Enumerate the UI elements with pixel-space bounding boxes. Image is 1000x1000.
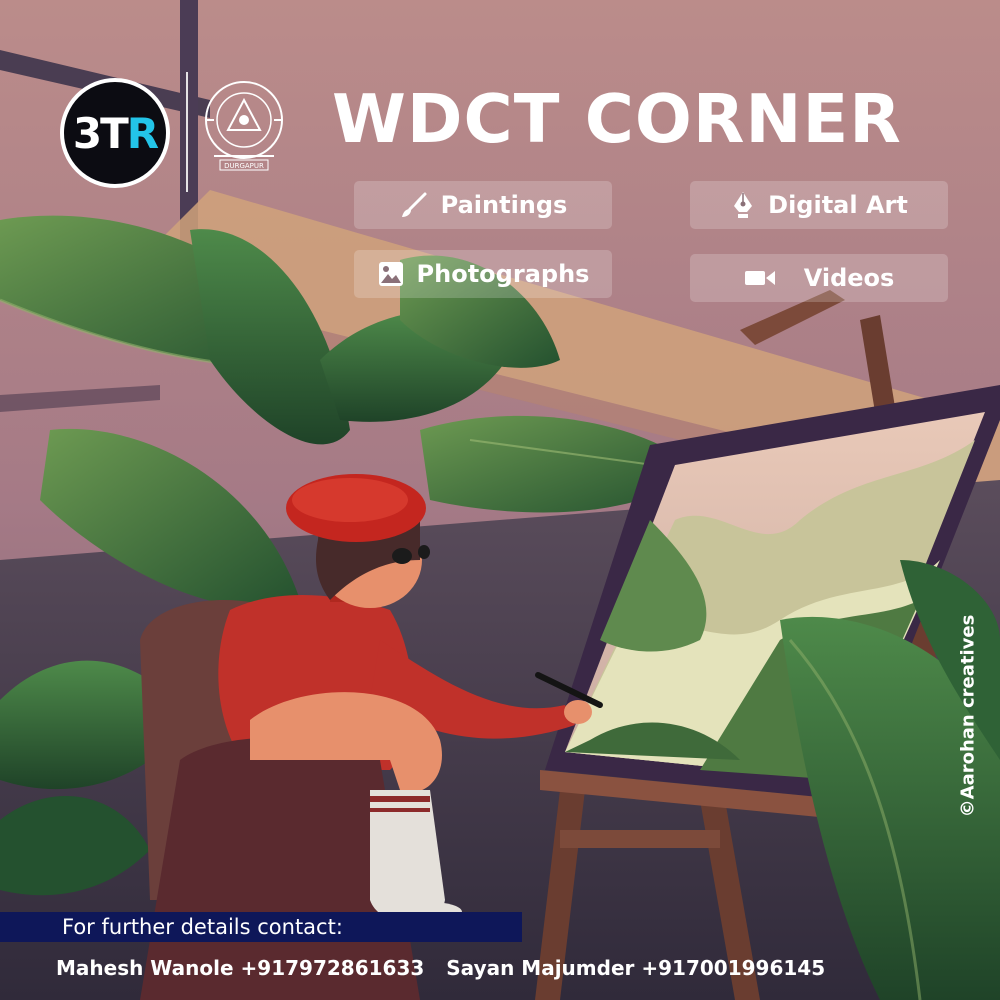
logo-right-letter: R — [126, 108, 159, 158]
image-icon — [378, 262, 403, 286]
page-title: WDCT CORNER — [332, 80, 902, 158]
seal-bottom-text: DURGAPUR — [224, 162, 264, 170]
category-label: Videos — [803, 264, 895, 292]
category-digital-art: Digital Art — [690, 181, 948, 229]
logo-left-letters: 3T — [72, 108, 129, 158]
poster: 3T R DURGAPUR WDCT CORNER Paintings Digit… — [0, 0, 1000, 1000]
logo-divider — [186, 72, 188, 192]
contact-heading: For further details contact: — [62, 915, 343, 939]
artist-credit: ©Aarohan creatives — [957, 614, 979, 818]
contact-phone: +917972861633 — [240, 956, 425, 980]
contact-1: Mahesh Wanole +917972861633 — [56, 956, 424, 980]
contact-list: Mahesh Wanole +917972861633 Sayan Majumde… — [56, 956, 825, 980]
category-label: Paintings — [440, 191, 568, 219]
category-label: Digital Art — [768, 191, 908, 219]
video-camera-icon — [744, 271, 775, 285]
club-logo: 3T R — [60, 78, 170, 188]
contact-name: Sayan Majumder — [446, 956, 635, 980]
contact-phone: +917001996145 — [641, 956, 826, 980]
category-label: Photographs — [416, 260, 590, 288]
category-paintings: Paintings — [354, 181, 612, 229]
contact-heading-band: For further details contact: — [0, 912, 522, 942]
category-videos: Videos — [690, 254, 948, 302]
contact-name: Mahesh Wanole — [56, 956, 234, 980]
pen-nib-icon — [734, 192, 753, 218]
contact-2: Sayan Majumder +917001996145 — [446, 956, 825, 980]
category-photographs: Photographs — [354, 250, 612, 298]
institute-seal-icon: DURGAPUR — [205, 81, 283, 171]
paintbrush-icon — [401, 192, 427, 217]
